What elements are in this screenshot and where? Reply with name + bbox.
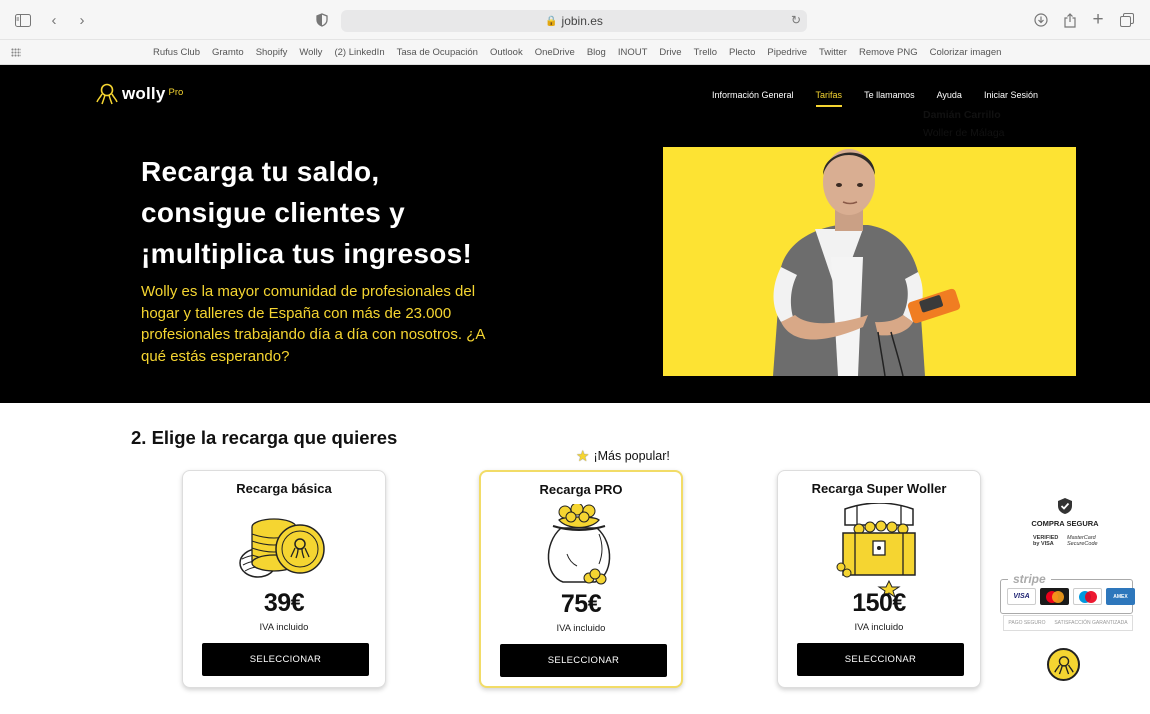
star-icon: ★ — [576, 448, 590, 465]
popular-text: ¡Más popular! — [593, 449, 670, 463]
card-price: 150€ — [852, 589, 906, 617]
select-button[interactable]: SELECCIONAR — [797, 643, 964, 676]
bookmark-item[interactable]: Outlook — [490, 47, 523, 58]
hero-title: Recarga tu saldo, consigue clientes y ¡m… — [141, 151, 541, 274]
person-role: Woller de Málaga — [923, 127, 1005, 139]
address-bar[interactable]: 🔒 jobin.es ↻ — [341, 10, 807, 32]
stripe-logo: stripe — [1008, 572, 1051, 586]
card-title: Recarga Super Woller — [811, 481, 947, 496]
verified-by-visa: VERIFIED by VISA — [1033, 535, 1058, 547]
tab-overview-icon[interactable] — [1117, 10, 1137, 30]
bookmarks-bar: Rufus Club Gramto Shopify Wolly (2) Link… — [0, 40, 1150, 65]
bookmark-item[interactable]: Pipedrive — [767, 47, 807, 58]
mastercard-securecode: MasterCard SecureCode — [1067, 535, 1098, 547]
lock-icon: 🔒 — [545, 15, 558, 27]
bookmark-item[interactable]: (2) LinkedIn — [334, 47, 384, 58]
hero-title-line: ¡multiplica tus ingresos! — [141, 238, 473, 269]
bookmark-item[interactable]: Colorizar imagen — [930, 47, 1002, 58]
maestro-logo — [1073, 588, 1102, 605]
pricing-card-pro: Recarga PRO 75€ IVA incluido SELECCIONAR — [479, 470, 683, 688]
worker-illustration — [773, 149, 961, 376]
shield-check-icon — [1058, 498, 1072, 514]
pricing-card-super-woller: Recarga Super Woller 150€ IVA incluido S… — [777, 470, 981, 688]
nav-tarifas[interactable]: Tarifas — [815, 90, 843, 107]
bookmark-item[interactable]: Tasa de Ocupación — [397, 47, 478, 58]
bookmark-item[interactable]: Drive — [659, 47, 681, 58]
hero-photo — [663, 147, 1076, 376]
vbv-line2: by VISA — [1033, 541, 1054, 547]
download-icon[interactable] — [1031, 10, 1051, 30]
bookmark-item[interactable]: OneDrive — [535, 47, 575, 58]
section-title: 2. Elige la recarga que quieres — [131, 427, 398, 448]
forward-icon[interactable]: › — [72, 10, 92, 30]
hero-title-line: Recarga tu saldo, — [141, 156, 380, 187]
money-bag-icon — [539, 502, 623, 593]
nav-te-llamamos[interactable]: Te llamamos — [864, 90, 915, 107]
sidebar-toggle-icon[interactable] — [13, 10, 33, 30]
card-tax: IVA incluido — [556, 623, 606, 634]
card-title: Recarga básica — [236, 481, 332, 496]
main-nav: Información General Tarifas Te llamamos … — [712, 90, 1060, 107]
logo-sub: Pro — [168, 87, 184, 98]
share-icon[interactable] — [1060, 10, 1080, 30]
bookmark-item[interactable]: Gramto — [212, 47, 244, 58]
card-tax: IVA incluido — [259, 622, 309, 633]
bookmark-item[interactable]: Plecto — [729, 47, 755, 58]
logo[interactable]: wolly Pro — [96, 83, 183, 105]
octopus-logo-icon — [96, 83, 118, 105]
hero-title-line: consigue clientes y — [141, 197, 406, 228]
browser-toolbar: ‹ › 🔒 jobin.es ↻ + — [0, 0, 1150, 40]
card-brands: VISA AMEX — [1007, 588, 1135, 605]
amex-text: AMEX — [1113, 593, 1128, 600]
secure-payment-strip: PAGO SEGURO SATISFACCIÓN GARANTIZADA — [1003, 615, 1133, 631]
card-price: 39€ — [263, 589, 305, 617]
person-name: Damián Carrillo — [923, 109, 1001, 121]
pago-seguro-text: PAGO SEGURO — [1008, 620, 1046, 626]
reload-icon[interactable]: ↻ — [791, 13, 801, 27]
bookmark-item[interactable]: Blog — [587, 47, 606, 58]
bookmark-item[interactable]: INOUT — [618, 47, 648, 58]
nav-informacion-general[interactable]: Información General — [712, 90, 794, 107]
amex-logo: AMEX — [1106, 588, 1135, 605]
msc-line2: SecureCode — [1067, 541, 1098, 547]
mastercard-logo — [1040, 588, 1069, 605]
select-button[interactable]: SELECCIONAR — [202, 643, 369, 676]
wolly-seal-icon — [1047, 648, 1080, 681]
bookmark-item[interactable]: Trello — [694, 47, 717, 58]
satisfaccion-text: SATISFACCIÓN GARANTIZADA — [1054, 620, 1128, 626]
privacy-shield-icon[interactable] — [312, 10, 332, 30]
pricing-card-basic: Recarga básica 39€ IVA incluido SELECCIO… — [182, 470, 386, 688]
nav-iniciar-sesion[interactable]: Iniciar Sesión — [984, 90, 1038, 107]
bookmark-item[interactable]: Rufus Club — [153, 47, 200, 58]
bookmark-item[interactable]: Remove PNG — [859, 47, 918, 58]
card-price: 75€ — [560, 590, 602, 618]
secure-title: COMPRA SEGURA — [1031, 519, 1099, 528]
back-icon[interactable]: ‹ — [44, 10, 64, 30]
visa-text: VISA — [1013, 593, 1030, 600]
card-title: Recarga PRO — [539, 482, 623, 497]
logo-name: wolly — [122, 84, 166, 103]
card-tax: IVA incluido — [854, 622, 904, 633]
hero-subtitle: Wolly es la mayor comunidad de profesion… — [141, 283, 485, 365]
bookmark-item[interactable]: Twitter — [819, 47, 847, 58]
select-button[interactable]: SELECCIONAR — [500, 644, 667, 677]
coins-icon — [236, 503, 332, 592]
url-text: jobin.es — [561, 14, 603, 28]
treasure-chest-icon — [833, 502, 925, 602]
bookmark-item[interactable]: Shopify — [256, 47, 288, 58]
nav-ayuda[interactable]: Ayuda — [937, 90, 962, 107]
visa-logo: VISA — [1007, 588, 1036, 605]
popular-label: ★ ¡Más popular! — [576, 447, 670, 465]
new-tab-icon[interactable]: + — [1088, 9, 1108, 30]
bookmark-item[interactable]: Wolly — [299, 47, 322, 58]
grid-icon[interactable] — [11, 48, 21, 57]
